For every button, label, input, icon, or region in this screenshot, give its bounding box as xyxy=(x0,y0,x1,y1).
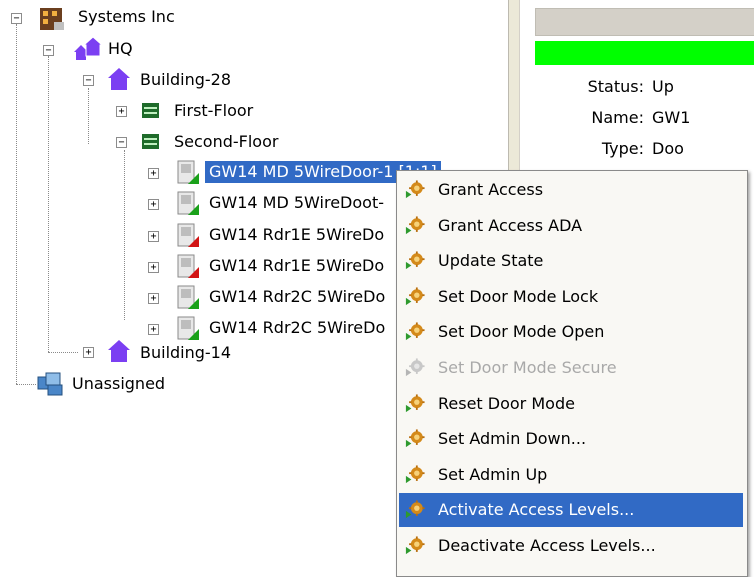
gear-run-icon xyxy=(405,500,425,519)
gear-run-icon xyxy=(405,465,425,483)
gear-run-icon xyxy=(405,322,425,341)
menu-item-set-admin-down[interactable]: Set Admin Down... xyxy=(399,422,743,456)
name-label: Name: xyxy=(591,108,644,127)
menu-item-label: Set Door Mode Secure xyxy=(438,358,617,377)
menu-item-label: Update State xyxy=(438,251,544,271)
menu-item-grant-access[interactable]: Grant Access xyxy=(399,173,743,207)
menu-item-label: Deactivate Access Levels... xyxy=(438,536,656,555)
name-row: Name: GW1 xyxy=(519,107,690,129)
tree-node-door[interactable]: GW14 Rdr1E 5WireDo xyxy=(209,224,384,246)
tree-connector xyxy=(124,150,125,320)
name-value: GW1 xyxy=(652,108,691,127)
expand-toggle[interactable]: + xyxy=(148,231,159,242)
menu-item-activate-access-levels[interactable]: Activate Access Levels... xyxy=(399,493,743,528)
gear-run-icon xyxy=(405,180,425,199)
tree-node-unassigned[interactable]: Unassigned xyxy=(72,373,165,395)
menu-item-label: Set Admin Down... xyxy=(438,429,587,449)
door-red-icon xyxy=(177,223,199,247)
menu-item-set-door-mode-lock[interactable]: Set Door Mode Lock xyxy=(399,280,743,314)
expand-toggle[interactable]: + xyxy=(116,106,127,117)
tree-node-building-14[interactable]: Building-14 xyxy=(140,342,231,364)
tree-connector xyxy=(48,352,78,353)
menu-item-reset-door-mode[interactable]: Reset Door Mode xyxy=(399,387,743,421)
collapse-toggle[interactable]: − xyxy=(116,137,127,148)
type-value: Doo xyxy=(652,139,684,158)
gear-run-icon xyxy=(405,536,425,555)
menu-item-label: Set Admin Up xyxy=(438,464,548,484)
menu-item-grant-access-ada[interactable]: Grant Access ADA xyxy=(399,209,743,243)
context-menu: Grant Access Grant Access ADA Update State… xyxy=(396,170,748,577)
tree-node-door[interactable]: GW14 Rdr2C 5WireDo xyxy=(209,317,385,339)
expand-toggle[interactable]: + xyxy=(148,262,159,273)
menu-item-label: Grant Access ADA xyxy=(438,215,583,235)
expand-toggle[interactable]: + xyxy=(83,347,94,358)
tree-node-first-floor[interactable]: First-Floor xyxy=(174,100,253,122)
gear-run-icon xyxy=(405,287,425,305)
status-label: Status: xyxy=(587,77,644,96)
type-label: Type: xyxy=(601,139,644,158)
expand-toggle[interactable]: + xyxy=(148,324,159,335)
door-green-icon xyxy=(177,285,199,309)
gear-run-icon xyxy=(405,358,425,377)
campus-icon xyxy=(74,36,104,60)
door-green-icon xyxy=(177,160,199,184)
menu-item-deactivate-access-levels[interactable]: Deactivate Access Levels... xyxy=(399,529,743,563)
collapse-toggle[interactable]: − xyxy=(43,45,54,56)
tree-connector xyxy=(88,88,89,144)
type-row: Type: Doo xyxy=(519,138,684,160)
expand-toggle[interactable]: + xyxy=(148,293,159,304)
building-icon xyxy=(108,340,130,362)
tree-node-hq[interactable]: HQ xyxy=(108,38,133,60)
tree-node-second-floor[interactable]: Second-Floor xyxy=(174,131,278,153)
expand-toggle[interactable]: + xyxy=(148,199,159,210)
gear-run-icon xyxy=(405,429,425,448)
door-green-icon xyxy=(177,191,199,215)
menu-item-label: Reset Door Mode xyxy=(438,393,575,413)
menu-item-update-state[interactable]: Update State xyxy=(399,244,743,278)
tree-node-door[interactable]: GW14 Rdr1E 5WireDo xyxy=(209,255,384,277)
floor-icon xyxy=(142,134,159,149)
unassigned-devices-icon xyxy=(37,372,63,396)
tree-connector xyxy=(16,24,17,384)
status-value: Up xyxy=(652,77,674,96)
expand-toggle[interactable]: + xyxy=(148,168,159,179)
menu-item-set-admin-up[interactable]: Set Admin Up xyxy=(399,458,743,492)
tree-node-door[interactable]: GW14 Rdr2C 5WireDo xyxy=(209,286,385,308)
door-green-icon xyxy=(177,316,199,340)
menu-item-set-door-mode-open[interactable]: Set Door Mode Open xyxy=(399,315,743,349)
tree-node-door[interactable]: GW14 MD 5WireDoot- xyxy=(209,192,384,214)
gear-run-icon xyxy=(405,394,425,412)
menu-item-label: Set Door Mode Lock xyxy=(438,286,599,306)
tree-node-systems-inc[interactable]: Systems Inc xyxy=(78,6,175,28)
status-bar-indicator xyxy=(535,41,754,65)
tree-connector xyxy=(16,384,36,385)
menu-item-label: Set Door Mode Open xyxy=(438,322,605,342)
organization-icon xyxy=(40,8,64,30)
floor-icon xyxy=(142,103,159,118)
status-row: Status: Up xyxy=(519,76,674,98)
gear-run-icon xyxy=(405,251,425,270)
tree-connector xyxy=(48,56,49,352)
menu-item-label: Grant Access xyxy=(438,180,544,199)
collapse-toggle[interactable]: − xyxy=(11,13,22,24)
collapse-toggle[interactable]: − xyxy=(83,75,94,86)
header-bar xyxy=(535,8,754,36)
tree-node-building-28[interactable]: Building-28 xyxy=(140,69,231,91)
gear-run-icon xyxy=(405,216,425,234)
menu-item-set-door-mode-secure[interactable]: Set Door Mode Secure xyxy=(399,351,743,385)
building-icon xyxy=(108,68,130,90)
menu-item-label: Activate Access Levels... xyxy=(438,500,635,520)
door-red-icon xyxy=(177,254,199,278)
